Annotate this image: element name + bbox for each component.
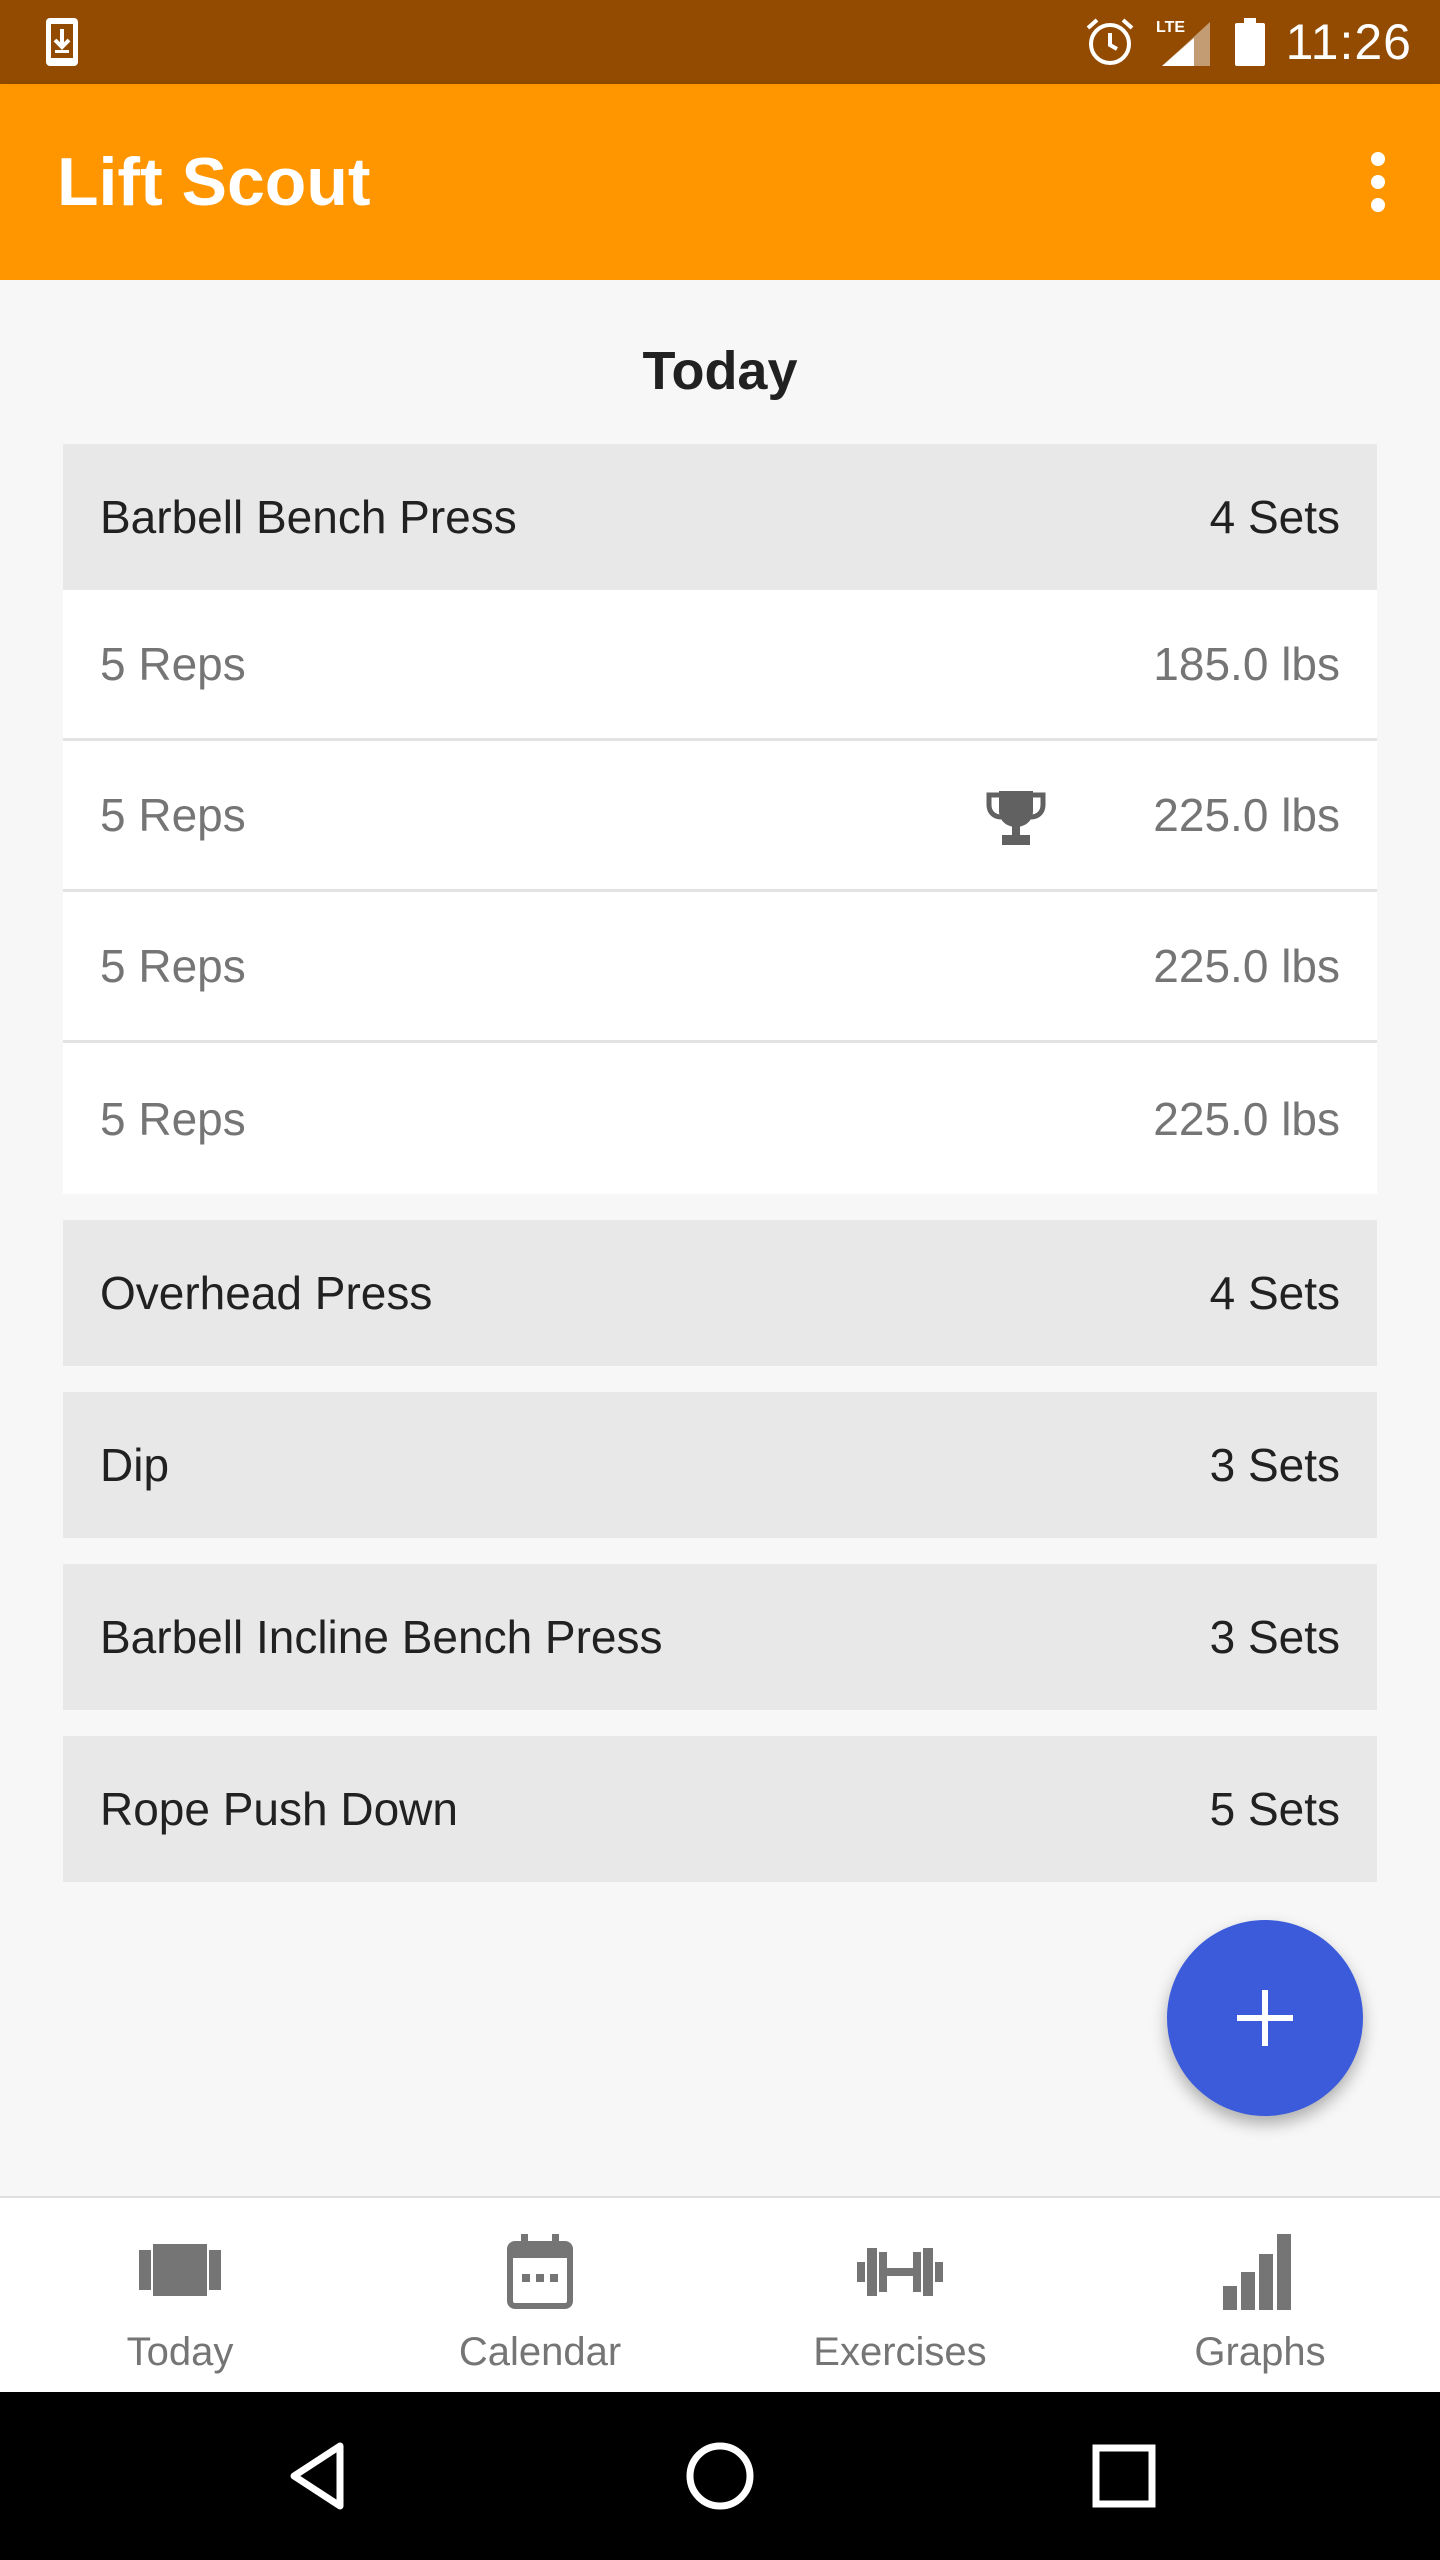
dumbbell-icon [857, 2248, 943, 2296]
overflow-menu-icon[interactable] [1356, 146, 1400, 218]
exercise-name: Rope Push Down [100, 1783, 458, 1835]
back-icon[interactable] [276, 2434, 360, 2518]
app-title: Lift Scout [57, 144, 371, 220]
nav-label: Calendar [458, 2330, 622, 2374]
exercise-name: Dip [100, 1439, 170, 1491]
today-icon [139, 2244, 221, 2296]
battery-icon [1234, 18, 1265, 66]
workout-content: Today Barbell Bench Press 4 Sets 5 Reps … [0, 280, 1440, 2196]
set-row[interactable]: 5 Reps 225.0 lbs [63, 892, 1377, 1043]
recents-icon[interactable] [1082, 2434, 1166, 2518]
exercise-name: Overhead Press [100, 1267, 433, 1319]
nav-item-exercises[interactable]: Exercises [720, 2198, 1080, 2394]
exercise-sets-count: 4 Sets [1209, 1267, 1340, 1319]
nav-label: Graphs [1194, 2330, 1326, 2374]
trophy-icon [986, 791, 1046, 845]
set-reps: 5 Reps [100, 940, 246, 992]
exercise-sets-count: 3 Sets [1209, 1611, 1340, 1663]
exercise-header[interactable]: Overhead Press 4 Sets [63, 1220, 1377, 1366]
download-icon [46, 18, 78, 66]
set-weight: 225.0 lbs [1153, 940, 1340, 992]
set-row[interactable]: 5 Reps 185.0 lbs [63, 590, 1377, 741]
bottom-navigation: Today Calendar Exercises Graphs [0, 2196, 1440, 2394]
calendar-icon [507, 2234, 573, 2309]
set-weight: 225.0 lbs [1153, 789, 1340, 841]
exercise-header[interactable]: Barbell Incline Bench Press 3 Sets [63, 1564, 1377, 1710]
exercise-list: Barbell Bench Press 4 Sets 5 Reps 185.0 … [63, 444, 1377, 1908]
nav-item-today[interactable]: Today [0, 2198, 360, 2394]
app-bar: Lift Scout [0, 84, 1440, 280]
set-weight: 225.0 lbs [1153, 1092, 1340, 1145]
system-navigation-bar [0, 2392, 1440, 2560]
bar-chart-icon [1223, 2234, 1291, 2310]
exercise-header[interactable]: Barbell Bench Press 4 Sets [63, 444, 1377, 590]
nav-item-graphs[interactable]: Graphs [1080, 2198, 1440, 2394]
set-row[interactable]: 5 Reps 225.0 lbs [63, 1043, 1377, 1194]
set-reps: 5 Reps [100, 789, 246, 841]
exercise-sets-count: 4 Sets [1209, 491, 1340, 543]
exercise-header[interactable]: Rope Push Down 5 Sets [63, 1736, 1377, 1882]
nav-label: Exercises [813, 2330, 987, 2374]
set-reps: 5 Reps [100, 638, 246, 690]
home-icon[interactable] [678, 2434, 762, 2518]
plus-icon [1237, 1990, 1293, 2046]
status-bar: LTE 11:26 [0, 0, 1440, 84]
add-exercise-button[interactable] [1167, 1920, 1363, 2116]
exercise-header[interactable]: Dip 3 Sets [63, 1392, 1377, 1538]
set-row[interactable]: 5 Reps 225.0 lbs [63, 741, 1377, 892]
set-reps: 5 Reps [100, 1092, 246, 1145]
alarm-icon [1086, 18, 1133, 65]
nav-item-calendar[interactable]: Calendar [360, 2198, 720, 2394]
set-weight: 185.0 lbs [1153, 638, 1340, 690]
exercise-sets-count: 5 Sets [1209, 1783, 1340, 1835]
set-list: 5 Reps 185.0 lbs 5 Reps 225.0 lbs 5 Reps… [63, 590, 1377, 1194]
network-label: LTE [1156, 19, 1185, 36]
nav-label: Today [126, 2330, 234, 2374]
exercise-sets-count: 3 Sets [1209, 1439, 1340, 1491]
exercise-name: Barbell Incline Bench Press [100, 1611, 663, 1663]
signal-icon: LTE [1156, 19, 1210, 66]
clock: 11:26 [1285, 14, 1412, 70]
exercise-name: Barbell Bench Press [100, 491, 517, 543]
day-title: Today [642, 341, 798, 401]
